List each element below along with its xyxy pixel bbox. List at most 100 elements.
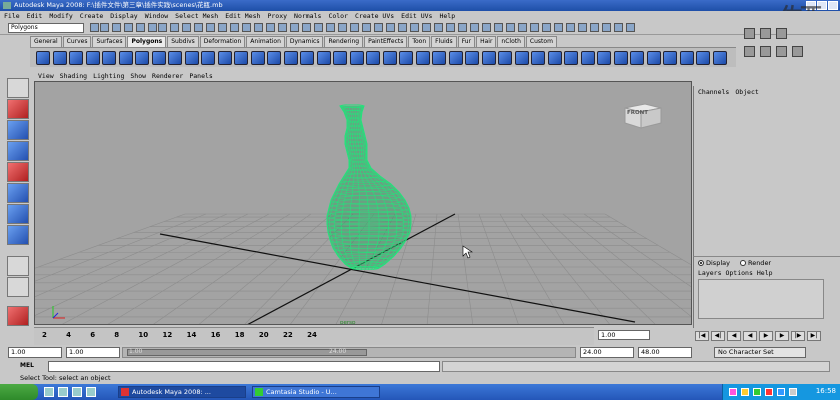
rotate-tool-icon[interactable] — [7, 162, 29, 182]
layer-mode-display[interactable]: Display — [698, 259, 730, 267]
status-tool-icon[interactable] — [542, 23, 551, 32]
shelf-tab-subdivs[interactable]: Subdivs — [167, 36, 199, 47]
menu-help[interactable]: Help — [439, 11, 455, 21]
paint-select-tool-icon[interactable] — [7, 120, 29, 140]
shelf-polygon-tool-icon[interactable] — [432, 51, 446, 65]
panel-menu-view[interactable]: View — [38, 71, 54, 81]
shelf-polygon-tool-icon[interactable] — [135, 51, 149, 65]
status-tool-icon[interactable] — [124, 23, 133, 32]
shelf-polygon-tool-icon[interactable] — [531, 51, 545, 65]
status-tool-icon[interactable] — [410, 23, 419, 32]
status-tool-icon[interactable] — [290, 23, 299, 32]
radio-button-icon[interactable] — [739, 260, 746, 266]
status-tool-icon[interactable] — [386, 23, 395, 32]
shelf-polygon-tool-icon[interactable] — [712, 51, 727, 65]
menu-normals[interactable]: Normals — [294, 11, 321, 21]
shelf-polygon-tool-icon[interactable] — [201, 51, 215, 65]
quicklaunch-app-icon[interactable] — [86, 387, 96, 397]
go-to-start-icon[interactable]: |◀ — [695, 331, 709, 341]
tray-input-icon[interactable] — [729, 388, 737, 396]
shelf-polygon-tool-icon[interactable] — [415, 51, 430, 65]
status-tool-icon[interactable] — [518, 23, 527, 32]
shelf-polygon-tool-icon[interactable] — [630, 51, 644, 65]
panel-menu-show[interactable]: Show — [130, 71, 146, 81]
shelf-tab-fur[interactable]: Fur — [457, 36, 476, 47]
menu-display[interactable]: Display — [110, 11, 137, 21]
status-tool-icon[interactable] — [422, 23, 431, 32]
channel-menu-channels[interactable]: Channels — [698, 88, 729, 96]
step-back-frame-icon[interactable]: ◀ — [727, 331, 741, 341]
shelf-tab-hair[interactable]: Hair — [476, 36, 497, 47]
select-tool-icon[interactable] — [7, 78, 29, 98]
channel-box-toggle-icon[interactable] — [792, 46, 803, 57]
layer-menu-layers[interactable]: Layers — [698, 269, 721, 277]
shelf-polygon-tool-icon[interactable] — [52, 51, 67, 65]
status-tool-icon[interactable] — [170, 23, 179, 32]
shelf-tab-animation[interactable]: Animation — [246, 36, 285, 47]
shelf-polygon-tool-icon[interactable] — [283, 51, 298, 65]
tray-misc-icon[interactable] — [789, 388, 797, 396]
status-tool-icon[interactable] — [218, 23, 227, 32]
quicklaunch-media-icon[interactable] — [72, 387, 82, 397]
status-tool-icon[interactable] — [158, 23, 167, 32]
menu-select-mesh[interactable]: Select Mesh — [175, 11, 218, 21]
shelf-polygon-tool-icon[interactable] — [514, 51, 529, 65]
status-tool-icon[interactable] — [602, 23, 611, 32]
status-tool-icon[interactable] — [182, 23, 191, 32]
status-tool-icon[interactable] — [446, 23, 455, 32]
shelf-tab-polygons[interactable]: Polygons — [127, 36, 167, 47]
status-tool-icon[interactable] — [482, 23, 491, 32]
shelf-polygon-tool-icon[interactable] — [168, 51, 182, 65]
status-tool-icon[interactable] — [206, 23, 215, 32]
shelf-polygon-tool-icon[interactable] — [217, 51, 232, 65]
shelf-tab-dynamics[interactable]: Dynamics — [285, 36, 324, 47]
status-tool-icon[interactable] — [494, 23, 503, 32]
shelf-polygon-tool-icon[interactable] — [547, 51, 562, 65]
status-tool-icon[interactable] — [266, 23, 275, 32]
status-tool-icon[interactable] — [242, 23, 251, 32]
menu-create-uvs[interactable]: Create UVs — [355, 11, 394, 21]
menu-modify[interactable]: Modify — [49, 11, 72, 21]
shelf-polygon-tool-icon[interactable] — [399, 51, 413, 65]
character-set-menu[interactable]: No Character Set — [714, 347, 806, 358]
shelf-polygon-tool-icon[interactable] — [267, 51, 281, 65]
taskbar-button-maya[interactable]: Autodesk Maya 2008: ... — [118, 386, 246, 398]
quicklaunch-ie-icon[interactable] — [44, 387, 54, 397]
render-settings-icon[interactable] — [776, 28, 787, 39]
render-icon[interactable] — [744, 28, 755, 39]
current-frame-field[interactable]: 1.00 — [598, 330, 650, 340]
viewcube[interactable]: FRONT — [621, 96, 665, 130]
four-pane-layout-icon[interactable] — [7, 277, 29, 297]
status-tool-icon[interactable] — [626, 23, 635, 32]
tool-settings-icon[interactable] — [776, 46, 787, 57]
shelf-tab-painteffects[interactable]: PaintEffects — [364, 36, 408, 47]
end-time-field[interactable]: 48.00 — [638, 347, 692, 358]
panel-menu-lighting[interactable]: Lighting — [93, 71, 124, 81]
tray-security-icon[interactable] — [765, 388, 773, 396]
playback-start-field[interactable]: 1.00 — [66, 347, 120, 358]
panel-menu-shading[interactable]: Shading — [60, 71, 87, 81]
status-tool-icon[interactable] — [148, 23, 157, 32]
play-forwards-icon[interactable]: ▶ — [759, 331, 773, 341]
status-tool-icon[interactable] — [90, 23, 99, 32]
shelf-polygon-tool-icon[interactable] — [481, 51, 496, 65]
modeling-toolkit-icon[interactable] — [744, 46, 755, 57]
status-tool-icon[interactable] — [578, 23, 587, 32]
menu-window[interactable]: Window — [145, 11, 168, 21]
shelf-tab-ncloth[interactable]: nCloth — [497, 36, 525, 47]
status-tool-icon[interactable] — [194, 23, 203, 32]
menu-create[interactable]: Create — [80, 11, 103, 21]
menu-file[interactable]: File — [4, 11, 20, 21]
vase-mesh[interactable] — [326, 104, 412, 270]
shelf-polygon-tool-icon[interactable] — [300, 51, 314, 65]
mel-label[interactable]: MEL — [20, 362, 34, 369]
status-tool-icon[interactable] — [530, 23, 539, 32]
status-tool-icon[interactable] — [554, 23, 563, 32]
shelf-polygon-tool-icon[interactable] — [102, 51, 116, 65]
shelf-polygon-tool-icon[interactable] — [234, 51, 248, 65]
status-tool-icon[interactable] — [506, 23, 515, 32]
shelf-polygon-tool-icon[interactable] — [250, 51, 265, 65]
go-to-end-icon[interactable]: ▶| — [807, 331, 821, 341]
tray-volume-icon[interactable] — [741, 388, 749, 396]
range-slider[interactable]: 1.00 24.00 — [122, 347, 576, 358]
